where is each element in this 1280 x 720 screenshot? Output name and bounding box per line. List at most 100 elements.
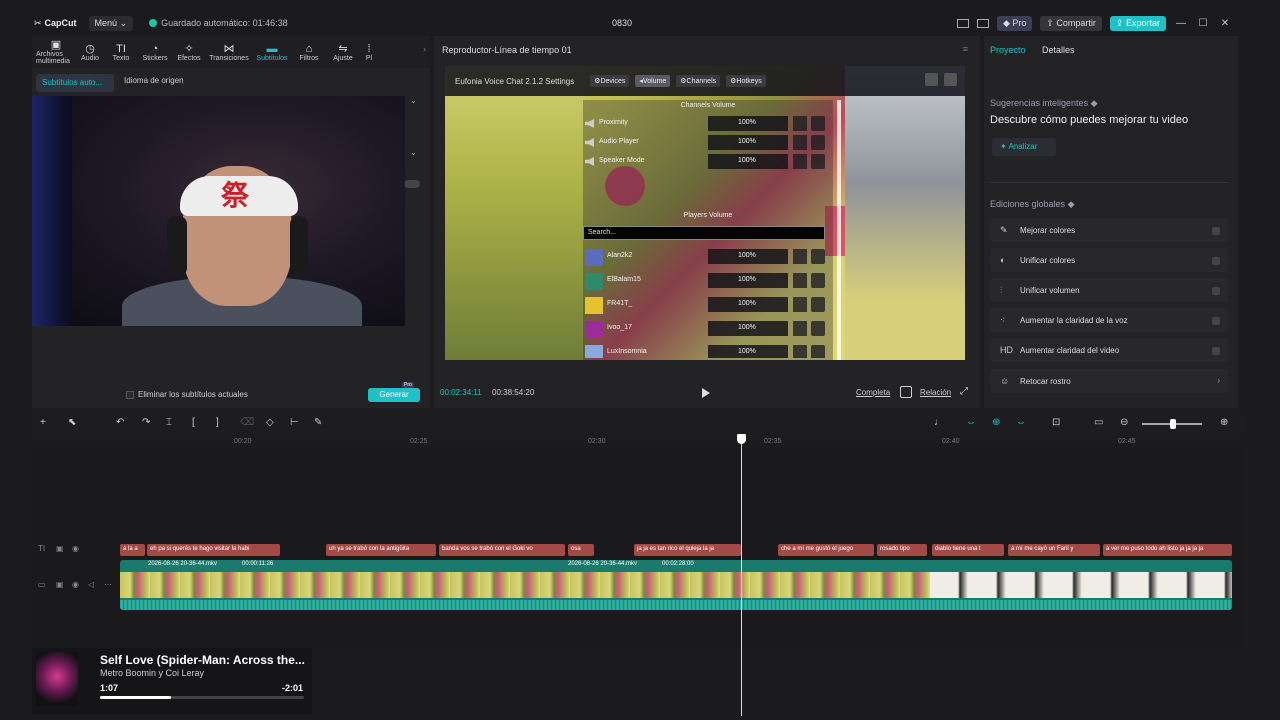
marker-icon[interactable]: ◇ [266,417,274,428]
menu-icon[interactable]: ≡ [963,44,968,54]
close-icon[interactable]: ✕ [1218,18,1232,29]
player-viewport[interactable]: Eufonia Voice Chat 2.1.2 Settings ⚙Devic… [445,66,965,360]
subtitle-clip[interactable]: che a mí me gustó el juego [778,544,874,556]
pen-icon[interactable]: ✎ [314,417,322,428]
project-name[interactable]: 0830 [592,18,652,28]
trim-left-icon[interactable]: [ [192,417,195,428]
subtitle-clip[interactable]: eh pa si querés te hago visitar la habi [147,544,280,556]
caption-icon[interactable]: ▭ [1094,417,1103,428]
ruler-tick: 02:25 [410,438,428,445]
redo-icon[interactable]: ↷ [142,417,150,428]
subtitle-clip[interactable]: diablo tiene una t [932,544,1004,556]
toggle[interactable] [1212,227,1220,235]
player-row: LuxInsomnia 100% [583,344,833,358]
lock-icon[interactable]: ▣ [56,580,64,589]
playhead[interactable] [741,436,742,716]
maximize-icon[interactable]: ☐ [1196,18,1210,29]
zoom-out-icon[interactable]: ⊖ [1120,417,1128,428]
trim-right-icon[interactable]: ] [216,417,219,428]
playhead-handle[interactable] [737,434,746,444]
toggle-switch[interactable] [404,180,420,188]
player-name: ElBalam15 [607,276,641,283]
sidebar-item-auto-subtitles[interactable]: Subtítulos auto... [36,74,114,92]
subtitle-clip[interactable]: osa [568,544,594,556]
more-icon[interactable]: ⋯ [104,580,112,589]
subtitle-clip[interactable]: a ver me puso todo ah listo ja ja ja ja [1103,544,1232,556]
timeline-ruler[interactable]: 00:20 02:25 02:30 02:35 02:40 02:45 [120,434,1240,448]
volume-value: 100% [738,324,756,331]
subtitle-clip[interactable]: uh ya se trabó con la antigüita [326,544,436,556]
properties-tabs: Proyecto Detalles [990,45,1089,55]
player-avatar [585,345,603,358]
clear-subtitles-checkbox[interactable] [126,391,134,399]
tool-text[interactable]: TI Texto [104,43,138,62]
tool-adjust[interactable]: ⇋ Ajuste [326,43,360,62]
tool-effects[interactable]: ✧ Efectos [172,43,206,62]
autosave-status: Guardado automático: 01:46:38 [149,18,288,28]
tab-details[interactable]: Detalles [1042,45,1075,55]
tool-media[interactable]: ▣ Archivos multimedia [36,39,76,65]
fullscreen-icon[interactable]: ⤢ [960,386,972,398]
chevron-down-icon[interactable]: ⌄ [410,148,417,157]
aspect-ratio-button[interactable]: Relación [920,388,951,397]
tool-plugins[interactable]: ⁞ Pl [360,43,378,62]
freeze-icon[interactable]: ⊢ [290,417,299,428]
subtitle-clip[interactable]: banda vos se trabó con el Goki vo [439,544,565,556]
unify-volume-item[interactable]: ⫶ Unificar volumen [990,278,1228,302]
add-icon[interactable]: + [40,417,46,428]
preview-axis-icon[interactable]: ⊡ [1052,417,1060,428]
linkage-icon[interactable]: ⇔ [1016,417,1026,428]
song-progress-bar[interactable] [100,696,304,699]
export-button[interactable]: ⇪ Exportar [1109,15,1166,31]
undo-icon[interactable]: ↶ [116,417,124,428]
select-icon[interactable]: ⬉ [68,417,76,428]
minimize-icon[interactable]: — [1174,18,1188,29]
toggle[interactable] [1212,347,1220,355]
improve-colors-item[interactable]: ✎ Mejorar colores [990,218,1228,242]
magnet-icon[interactable]: ⊕ [992,417,1000,428]
autosave-text: Guardado automático: 01:46:38 [161,18,288,28]
tool-filters[interactable]: ⌂ Filtros [292,43,326,62]
play-icon[interactable] [702,388,710,398]
voice-clarity-item[interactable]: ⁖ Aumentar la claridad de la voz [990,308,1228,332]
video-clip[interactable]: 2026-08-26 20-36-44.mkv 00:00:11:26 2026… [120,560,1232,610]
share-button[interactable]: ⇪ Compartir [1040,15,1102,31]
analyze-button[interactable]: ✦ Analizar [992,138,1056,156]
eye-icon[interactable]: ◉ [72,580,79,589]
video-clarity-item[interactable]: HD Aumentar claridad del video [990,338,1228,362]
lock-icon[interactable]: ▣ [56,544,64,553]
chevron-down-icon[interactable]: ⌄ [410,96,417,105]
tool-subtitles[interactable]: ▬ Subtítulos [252,43,292,62]
menu-button[interactable]: Menú ⌄ [88,15,134,31]
subtitle-clip[interactable]: ja ja es tan rico el quleja la ja [634,544,741,556]
tool-stickers[interactable]: ◔ Stickers [138,43,172,62]
zoom-in-icon[interactable]: ⊕ [1220,417,1228,428]
generate-button[interactable]: Generar [368,388,420,402]
toggle[interactable] [1212,257,1220,265]
retouch-face-item[interactable]: ☺ Retocar rostro › [990,369,1228,393]
shortcut-icon[interactable] [976,18,989,28]
subtitle-clip[interactable]: rosado tipo [877,544,927,556]
subtitle-clip[interactable]: a mí me cayó un Faril y [1008,544,1100,556]
split-icon[interactable]: ⌶ [166,417,172,428]
tool-transitions[interactable]: ⋈ Transiciones [206,43,252,62]
full-quality-button[interactable]: Completa [856,388,890,397]
pro-button[interactable]: ◆ Pro [996,15,1033,31]
tab-project[interactable]: Proyecto [990,45,1026,55]
unify-colors-item[interactable]: ◐ Unificar colores [990,248,1228,272]
layout-icon[interactable] [956,18,969,28]
toggle[interactable] [1212,317,1220,325]
link-icon[interactable]: ⇔ [966,417,976,428]
tool-audio[interactable]: ◷ Audio [76,43,104,62]
crop-icon[interactable] [900,386,912,398]
speaker-icon[interactable]: ◁ [88,580,94,589]
microphone-icon[interactable]: ♩ [934,417,944,428]
eye-icon[interactable]: ◉ [72,544,79,553]
delete-icon[interactable]: ⌫ [240,417,254,428]
toggle[interactable] [1212,287,1220,295]
chevron-right-icon[interactable]: › [423,44,426,54]
item-label: Aumentar claridad del video [1020,346,1120,355]
zoom-slider-handle[interactable] [1170,419,1176,429]
volume-value: 100% [738,252,756,259]
subtitle-clip[interactable]: a la a [120,544,145,556]
